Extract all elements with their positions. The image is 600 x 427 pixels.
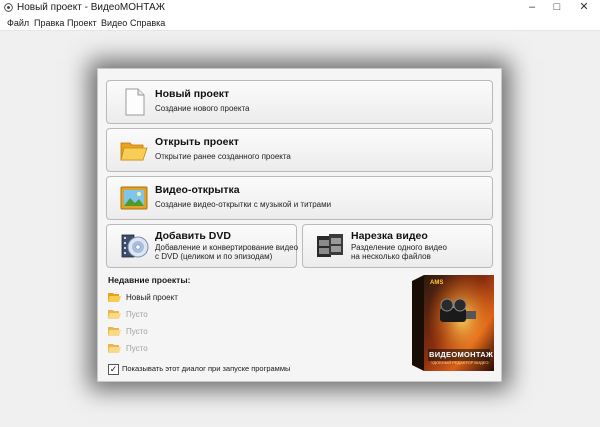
open-project-desc: Открытие ранее созданного проекта — [155, 152, 291, 161]
menu-video[interactable]: Видео — [101, 16, 127, 30]
folder-icon — [108, 344, 121, 353]
product-box-tagline: УДОБНЫЙ РЕДАКТОР ВИДЕО — [431, 360, 489, 365]
dvd-icon — [121, 234, 149, 258]
title-bar: Новый проект - ВидеоМОНТАЖ – □ ✕ — [0, 0, 600, 16]
close-icon[interactable]: ✕ — [572, 0, 596, 16]
app-icon — [4, 3, 13, 12]
open-project-button[interactable]: Открыть проект Открытие ранее созданного… — [106, 128, 493, 172]
film-strip-icon — [317, 234, 343, 257]
add-dvd-desc-line1: Добавление и конвертирование видео — [155, 243, 299, 252]
maximize-icon[interactable]: □ — [545, 0, 569, 16]
add-dvd-button[interactable]: Добавить DVD Добавление и конвертировани… — [106, 224, 298, 268]
folder-icon — [108, 293, 121, 302]
cut-video-desc-line1: Разделение одного видео — [351, 243, 447, 252]
new-project-button[interactable]: Новый проект Создание нового проекта — [106, 80, 493, 124]
menu-help[interactable]: Справка — [130, 16, 165, 30]
minimize-icon[interactable]: – — [520, 0, 544, 16]
open-project-title: Открыть проект — [155, 136, 239, 148]
window-title: Новый проект - ВидеоМОНТАЖ — [17, 2, 165, 13]
welcome-dialog: Новый проект Создание нового проекта Отк… — [97, 68, 502, 382]
menu-bar: Файл Правка Проект Видео Справка — [0, 16, 600, 31]
folder-icon — [108, 327, 121, 336]
open-folder-icon — [120, 142, 148, 161]
new-project-desc: Создание нового проекта — [155, 104, 250, 113]
cut-video-button[interactable]: Нарезка видео Разделение одного видео на… — [302, 224, 493, 268]
folder-icon — [108, 310, 121, 319]
new-document-icon — [125, 88, 145, 116]
recent-item-label: Пусто — [126, 310, 148, 319]
add-dvd-title: Добавить DVD — [155, 230, 231, 242]
video-card-button[interactable]: Видео-открытка Создание видео-открытки с… — [106, 176, 493, 220]
cut-video-desc: Разделение одного видео на несколько фай… — [351, 243, 447, 261]
menu-file[interactable]: Файл — [7, 16, 29, 30]
menu-project[interactable]: Проект — [67, 16, 97, 30]
show-on-startup-label: Показывать этот диалог при запуске прогр… — [122, 364, 291, 373]
video-card-desc: Создание видео-открытки с музыкой и титр… — [155, 200, 332, 209]
recent-item-label: Пусто — [126, 327, 148, 336]
new-project-title: Новый проект — [155, 88, 230, 100]
product-box-name: ВИДЕОМОНТАЖ — [429, 350, 494, 359]
menu-edit[interactable]: Правка — [34, 16, 64, 30]
video-card-title: Видео-открытка — [155, 184, 240, 196]
recent-projects-title: Недавние проекты: — [108, 275, 191, 285]
recent-item-label: Пусто — [126, 344, 148, 353]
picture-frame-icon — [120, 186, 148, 210]
add-dvd-desc-line2: с DVD (целиком и по эпизодам) — [155, 252, 273, 261]
cut-video-desc-line2: на несколько файлов — [351, 252, 431, 261]
recent-item-label: Новый проект — [126, 293, 178, 302]
show-on-startup-checkbox[interactable]: ✓ — [108, 364, 119, 375]
add-dvd-desc: Добавление и конвертирование видео с DVD… — [155, 243, 298, 261]
cut-video-title: Нарезка видео — [351, 230, 428, 242]
product-box-brand: AMS — [430, 280, 444, 286]
